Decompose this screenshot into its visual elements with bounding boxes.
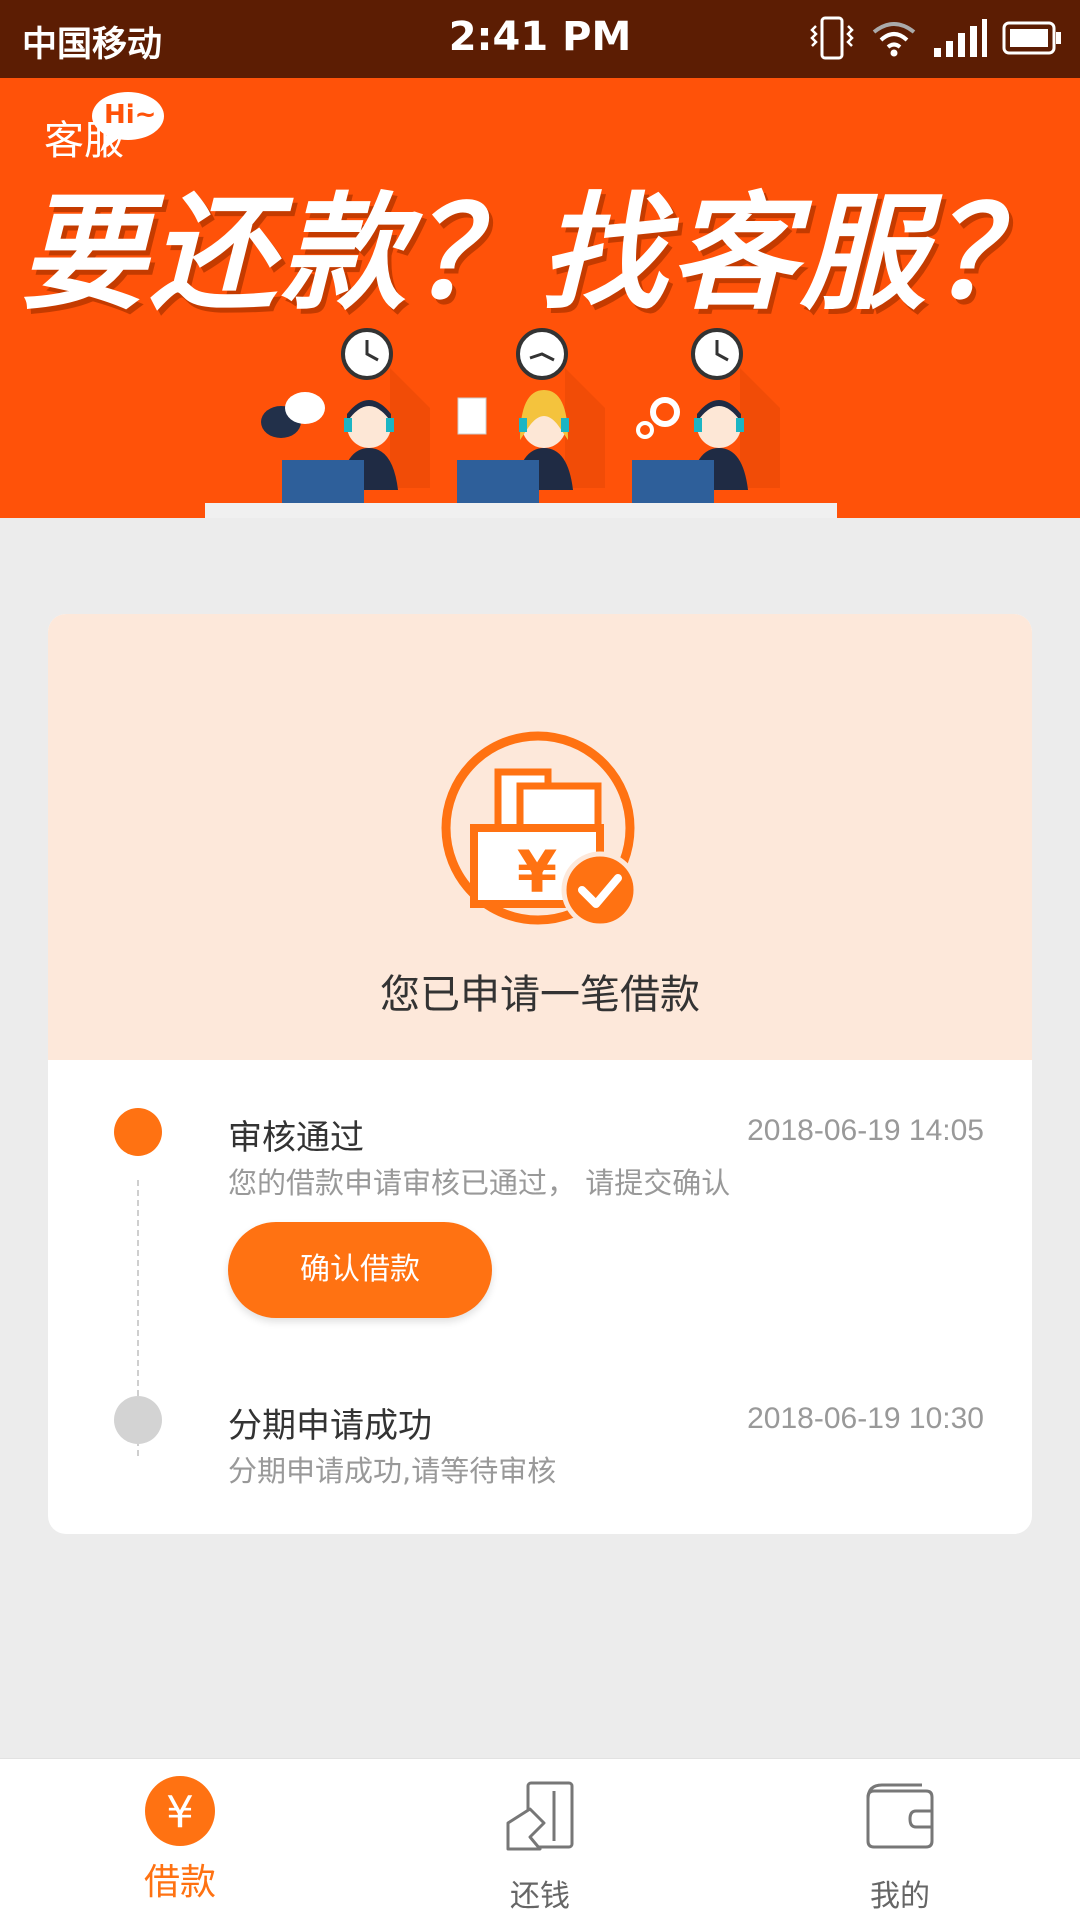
wifi-icon (872, 22, 916, 57)
battery-icon (1002, 21, 1061, 55)
clock-icon (691, 328, 743, 380)
wallet-icon (866, 1783, 934, 1849)
svg-text:¥: ¥ (517, 838, 557, 906)
step-title: 分期申请成功 (228, 1406, 432, 1446)
tab-label: 还钱 (510, 1879, 570, 1914)
status-icons (808, 16, 1062, 60)
service-agents-illustration (261, 328, 780, 510)
step-desc: 您的借款申请审核已通过， 请提交确认 (228, 1166, 731, 1200)
timeline-dot-active (114, 1108, 162, 1156)
vibrate-icon (810, 16, 854, 60)
step-desc: 分期申请成功,请等待审核 (228, 1454, 557, 1488)
svg-text:¥: ¥ (166, 1787, 194, 1838)
timeline-dot-done (114, 1396, 162, 1444)
loan-application-icon: ¥ (441, 731, 639, 929)
clock-icon (516, 328, 568, 380)
confirm-loan-button[interactable]: 确认借款 (228, 1222, 492, 1318)
repay-icon (506, 1781, 574, 1851)
step-time: 2018-06-19 14:05 (747, 1114, 984, 1147)
signal-icon (934, 19, 987, 57)
loan-status-card: ¥ 您已申请一笔借款 审核通过 2018-06-19 14:05 您的借款申请审… (48, 614, 1032, 1534)
desk-graphic (205, 503, 837, 518)
bottom-tab-bar: ¥ 借款 还钱 我的 (0, 1758, 1080, 1920)
tab-mine[interactable]: 我的 (800, 1759, 1000, 1920)
step-title: 审核通过 (228, 1118, 364, 1158)
card-header: ¥ 您已申请一笔借款 (48, 614, 1032, 1060)
application-title: 您已申请一笔借款 (380, 972, 700, 1018)
promo-banner[interactable]: 客服 Hi~ 要还款？找客服？ (0, 78, 1080, 518)
yen-icon: ¥ (145, 1776, 215, 1846)
tab-label: 我的 (870, 1879, 930, 1914)
tab-label: 借款 (143, 1862, 216, 1903)
clock-icon (341, 328, 393, 380)
tab-loan[interactable]: ¥ 借款 (80, 1759, 280, 1920)
tab-repay[interactable]: 还钱 (440, 1759, 640, 1920)
step-time: 2018-06-19 10:30 (747, 1402, 984, 1435)
status-bar: 中国移动 2:41 PM (0, 0, 1080, 78)
